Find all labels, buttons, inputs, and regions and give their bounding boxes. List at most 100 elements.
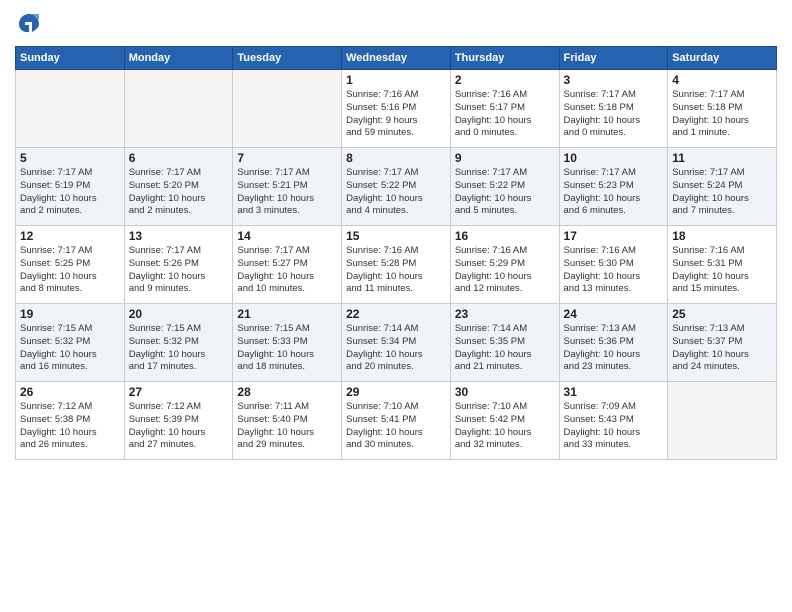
day-detail: Sunrise: 7:17 AM Sunset: 5:22 PM Dayligh… [455,167,555,218]
calendar-cell: 24Sunrise: 7:13 AM Sunset: 5:36 PM Dayli… [559,304,668,382]
day-detail: Sunrise: 7:16 AM Sunset: 5:30 PM Dayligh… [564,245,664,296]
day-detail: Sunrise: 7:13 AM Sunset: 5:37 PM Dayligh… [672,323,772,374]
day-number: 19 [20,307,120,321]
day-detail: Sunrise: 7:16 AM Sunset: 5:29 PM Dayligh… [455,245,555,296]
day-number: 13 [129,229,229,243]
day-detail: Sunrise: 7:17 AM Sunset: 5:22 PM Dayligh… [346,167,446,218]
calendar-cell: 17 Sunrise: 7:16 AM Sunset: 5:30 PM Dayli… [559,226,668,304]
calendar-cell: 25 Sunrise: 7:13 AM Sunset: 5:37 PM Dayli… [668,304,777,382]
day-detail: Sunrise: 7:17 AM Sunset: 5:21 PM Dayligh… [237,167,337,218]
day-detail: Sunrise: 7:17 AM Sunset: 5:23 PM Dayligh… [564,167,664,218]
calendar-cell: 2 Sunrise: 7:16 AM Sunset: 5:17 PM Daylig… [450,70,559,148]
calendar-cell: 15Sunrise: 7:16 AM Sunset: 5:28 PM Dayli… [342,226,451,304]
day-number: 11 [672,151,772,165]
page: SundayMondayTuesdayWednesdayThursdayFrid… [0,0,792,612]
calendar-week-row: 19 Sunrise: 7:15 AM Sunset: 5:32 PM Dayli… [16,304,777,382]
day-detail: Sunrise: 7:09 AM Sunset: 5:43 PM Dayligh… [564,401,664,452]
calendar-cell: 10 Sunrise: 7:17 AM Sunset: 5:23 PM Dayli… [559,148,668,226]
day-detail: Sunrise: 7:16 AM Sunset: 5:16 PM Dayligh… [346,89,446,140]
day-number: 9 [455,151,555,165]
weekday-header-sunday: Sunday [16,47,125,70]
day-detail: Sunrise: 7:16 AM Sunset: 5:17 PM Dayligh… [455,89,555,140]
day-number: 16 [455,229,555,243]
calendar-cell: 14 Sunrise: 7:17 AM Sunset: 5:27 PM Dayli… [233,226,342,304]
calendar-cell: 28 Sunrise: 7:11 AM Sunset: 5:40 PM Dayli… [233,382,342,460]
weekday-header-monday: Monday [124,47,233,70]
day-detail: Sunrise: 7:17 AM Sunset: 5:26 PM Dayligh… [129,245,229,296]
logo [15,10,47,38]
day-number: 21 [237,307,337,321]
calendar-cell: 13 Sunrise: 7:17 AM Sunset: 5:26 PM Dayli… [124,226,233,304]
day-number: 26 [20,385,120,399]
calendar-cell [124,70,233,148]
day-detail: Sunrise: 7:15 AM Sunset: 5:32 PM Dayligh… [20,323,120,374]
calendar-cell: 30 Sunrise: 7:10 AM Sunset: 5:42 PM Dayli… [450,382,559,460]
day-number: 20 [129,307,229,321]
header [15,10,777,38]
calendar-cell: 26 Sunrise: 7:12 AM Sunset: 5:38 PM Dayli… [16,382,125,460]
calendar-cell: 8 Sunrise: 7:17 AM Sunset: 5:22 PM Daylig… [342,148,451,226]
day-detail: Sunrise: 7:10 AM Sunset: 5:42 PM Dayligh… [455,401,555,452]
calendar-cell: 23 Sunrise: 7:14 AM Sunset: 5:35 PM Dayli… [450,304,559,382]
day-detail: Sunrise: 7:16 AM Sunset: 5:28 PM Dayligh… [346,245,446,296]
day-number: 7 [237,151,337,165]
calendar-cell: 6 Sunrise: 7:17 AM Sunset: 5:20 PM Daylig… [124,148,233,226]
day-number: 5 [20,151,120,165]
day-number: 2 [455,73,555,87]
calendar-week-row: 12 Sunrise: 7:17 AM Sunset: 5:25 PM Dayli… [16,226,777,304]
day-number: 29 [346,385,446,399]
day-detail: Sunrise: 7:14 AM Sunset: 5:35 PM Dayligh… [455,323,555,374]
day-number: 18 [672,229,772,243]
day-detail: Sunrise: 7:17 AM Sunset: 5:19 PM Dayligh… [20,167,120,218]
day-detail: Sunrise: 7:12 AM Sunset: 5:39 PM Dayligh… [129,401,229,452]
day-detail: Sunrise: 7:10 AM Sunset: 5:41 PM Dayligh… [346,401,446,452]
day-number: 17 [564,229,664,243]
day-number: 28 [237,385,337,399]
day-number: 8 [346,151,446,165]
day-number: 30 [455,385,555,399]
calendar-cell: 20 Sunrise: 7:15 AM Sunset: 5:32 PM Dayli… [124,304,233,382]
calendar-cell: 5 Sunrise: 7:17 AM Sunset: 5:19 PM Daylig… [16,148,125,226]
day-number: 22 [346,307,446,321]
calendar-cell [668,382,777,460]
calendar-cell: 21Sunrise: 7:15 AM Sunset: 5:33 PM Dayli… [233,304,342,382]
day-number: 6 [129,151,229,165]
day-number: 10 [564,151,664,165]
day-number: 4 [672,73,772,87]
weekday-header-tuesday: Tuesday [233,47,342,70]
calendar-week-row: 26 Sunrise: 7:12 AM Sunset: 5:38 PM Dayli… [16,382,777,460]
day-detail: Sunrise: 7:17 AM Sunset: 5:27 PM Dayligh… [237,245,337,296]
day-detail: Sunrise: 7:12 AM Sunset: 5:38 PM Dayligh… [20,401,120,452]
calendar-cell: 29 Sunrise: 7:10 AM Sunset: 5:41 PM Dayli… [342,382,451,460]
logo-icon [15,10,43,38]
calendar-cell: 4 Sunrise: 7:17 AM Sunset: 5:18 PM Daylig… [668,70,777,148]
weekday-header-saturday: Saturday [668,47,777,70]
day-number: 31 [564,385,664,399]
calendar-cell: 9 Sunrise: 7:17 AM Sunset: 5:22 PM Daylig… [450,148,559,226]
calendar-cell: 22 Sunrise: 7:14 AM Sunset: 5:34 PM Dayli… [342,304,451,382]
calendar-cell: 7 Sunrise: 7:17 AM Sunset: 5:21 PM Daylig… [233,148,342,226]
day-detail: Sunrise: 7:16 AM Sunset: 5:31 PM Dayligh… [672,245,772,296]
weekday-header-wednesday: Wednesday [342,47,451,70]
calendar-cell: 3Sunrise: 7:17 AM Sunset: 5:18 PM Daylig… [559,70,668,148]
day-detail: Sunrise: 7:15 AM Sunset: 5:32 PM Dayligh… [129,323,229,374]
calendar-cell [233,70,342,148]
day-detail: Sunrise: 7:13 AM Sunset: 5:36 PM Dayligh… [564,323,664,374]
day-number: 14 [237,229,337,243]
calendar-cell: 1Sunrise: 7:16 AM Sunset: 5:16 PM Daylig… [342,70,451,148]
day-detail: Sunrise: 7:17 AM Sunset: 5:18 PM Dayligh… [672,89,772,140]
day-detail: Sunrise: 7:17 AM Sunset: 5:25 PM Dayligh… [20,245,120,296]
calendar-cell: 16 Sunrise: 7:16 AM Sunset: 5:29 PM Dayli… [450,226,559,304]
day-detail: Sunrise: 7:14 AM Sunset: 5:34 PM Dayligh… [346,323,446,374]
calendar-week-row: 1Sunrise: 7:16 AM Sunset: 5:16 PM Daylig… [16,70,777,148]
day-number: 12 [20,229,120,243]
day-number: 25 [672,307,772,321]
day-number: 23 [455,307,555,321]
day-number: 27 [129,385,229,399]
day-detail: Sunrise: 7:17 AM Sunset: 5:20 PM Dayligh… [129,167,229,218]
day-detail: Sunrise: 7:11 AM Sunset: 5:40 PM Dayligh… [237,401,337,452]
calendar-table: SundayMondayTuesdayWednesdayThursdayFrid… [15,46,777,460]
weekday-header-thursday: Thursday [450,47,559,70]
calendar-cell [16,70,125,148]
day-number: 3 [564,73,664,87]
